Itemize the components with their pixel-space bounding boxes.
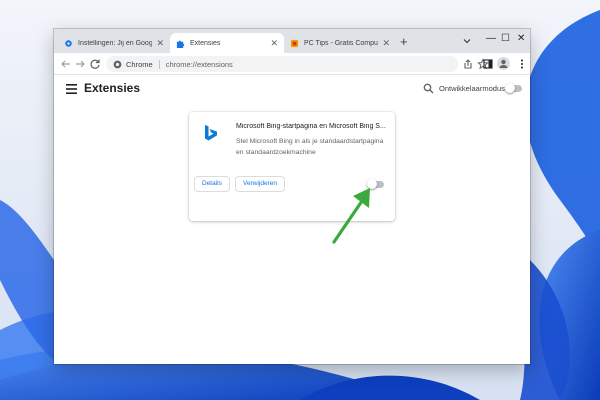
url-text: chrome://extensions xyxy=(165,59,233,69)
remove-button[interactable]: Verwijderen xyxy=(235,176,285,192)
profile-icon xyxy=(499,59,508,68)
search-icon[interactable] xyxy=(423,83,434,94)
tab-pc-tips[interactable]: PC Tips - Gratis Computer T ✕ xyxy=(284,33,396,53)
chrome-logo-icon xyxy=(113,60,122,68)
avatar[interactable] xyxy=(497,57,510,70)
tab-title: Extensies xyxy=(190,39,221,47)
extension-name: Microsoft Bing-startpagina en Microsoft … xyxy=(236,123,386,130)
side-panel-icon[interactable] xyxy=(482,58,494,70)
bing-logo-icon xyxy=(205,125,217,141)
back-arrow-icon[interactable] xyxy=(60,58,72,70)
puzzle-piece-icon xyxy=(176,40,185,48)
developer-mode-toggle[interactable] xyxy=(505,83,522,93)
share-icon[interactable] xyxy=(462,58,474,70)
green-arrow-annotation xyxy=(332,188,370,244)
new-tab-button[interactable]: + xyxy=(400,34,408,49)
settings-gear-icon xyxy=(65,39,72,47)
reload-icon[interactable] xyxy=(89,58,101,70)
more-menu-icon[interactable] xyxy=(516,58,528,70)
maximize-icon[interactable]: ☐ xyxy=(501,33,510,44)
forward-arrow-icon[interactable] xyxy=(74,58,86,70)
browser-window: Instellingen: Jij en Google ✕ Extensies … xyxy=(54,29,530,364)
address-bar[interactable]: Chrome chrome://extensions xyxy=(106,56,458,72)
close-window-icon[interactable]: ✕ xyxy=(517,33,525,44)
close-tab-icon[interactable]: ✕ xyxy=(156,38,164,49)
toggle-knob xyxy=(505,83,515,93)
page-title: Extensies xyxy=(84,81,141,95)
minimize-icon[interactable]: — xyxy=(486,33,496,44)
tab-title: PC Tips - Gratis Computer T xyxy=(304,39,378,47)
close-tab-icon[interactable]: ✕ xyxy=(382,38,390,49)
address-divider xyxy=(158,59,160,69)
tab-title: Instellingen: Jij en Google xyxy=(78,39,153,47)
toolbar: Chrome chrome://extensions xyxy=(54,53,530,75)
chevron-down-icon[interactable] xyxy=(462,36,472,46)
developer-mode-label: Ontwikkelaarmodus xyxy=(439,84,505,93)
tab-strip: Instellingen: Jij en Google ✕ Extensies … xyxy=(54,29,530,53)
tab-extensions[interactable]: Extensies ✕ xyxy=(170,33,284,53)
pc-tips-icon xyxy=(290,39,299,47)
extensions-page: Extensies Ontwikkelaarmodus Microsoft Bi… xyxy=(54,76,530,364)
close-tab-icon[interactable]: ✕ xyxy=(270,38,278,49)
extension-description: Stel Microsoft Bing in als je standaards… xyxy=(236,138,384,156)
site-label: Chrome xyxy=(126,59,153,69)
details-button[interactable]: Details xyxy=(194,176,230,192)
hamburger-menu-icon[interactable] xyxy=(66,84,77,94)
tab-settings[interactable]: Instellingen: Jij en Google ✕ xyxy=(58,33,170,53)
